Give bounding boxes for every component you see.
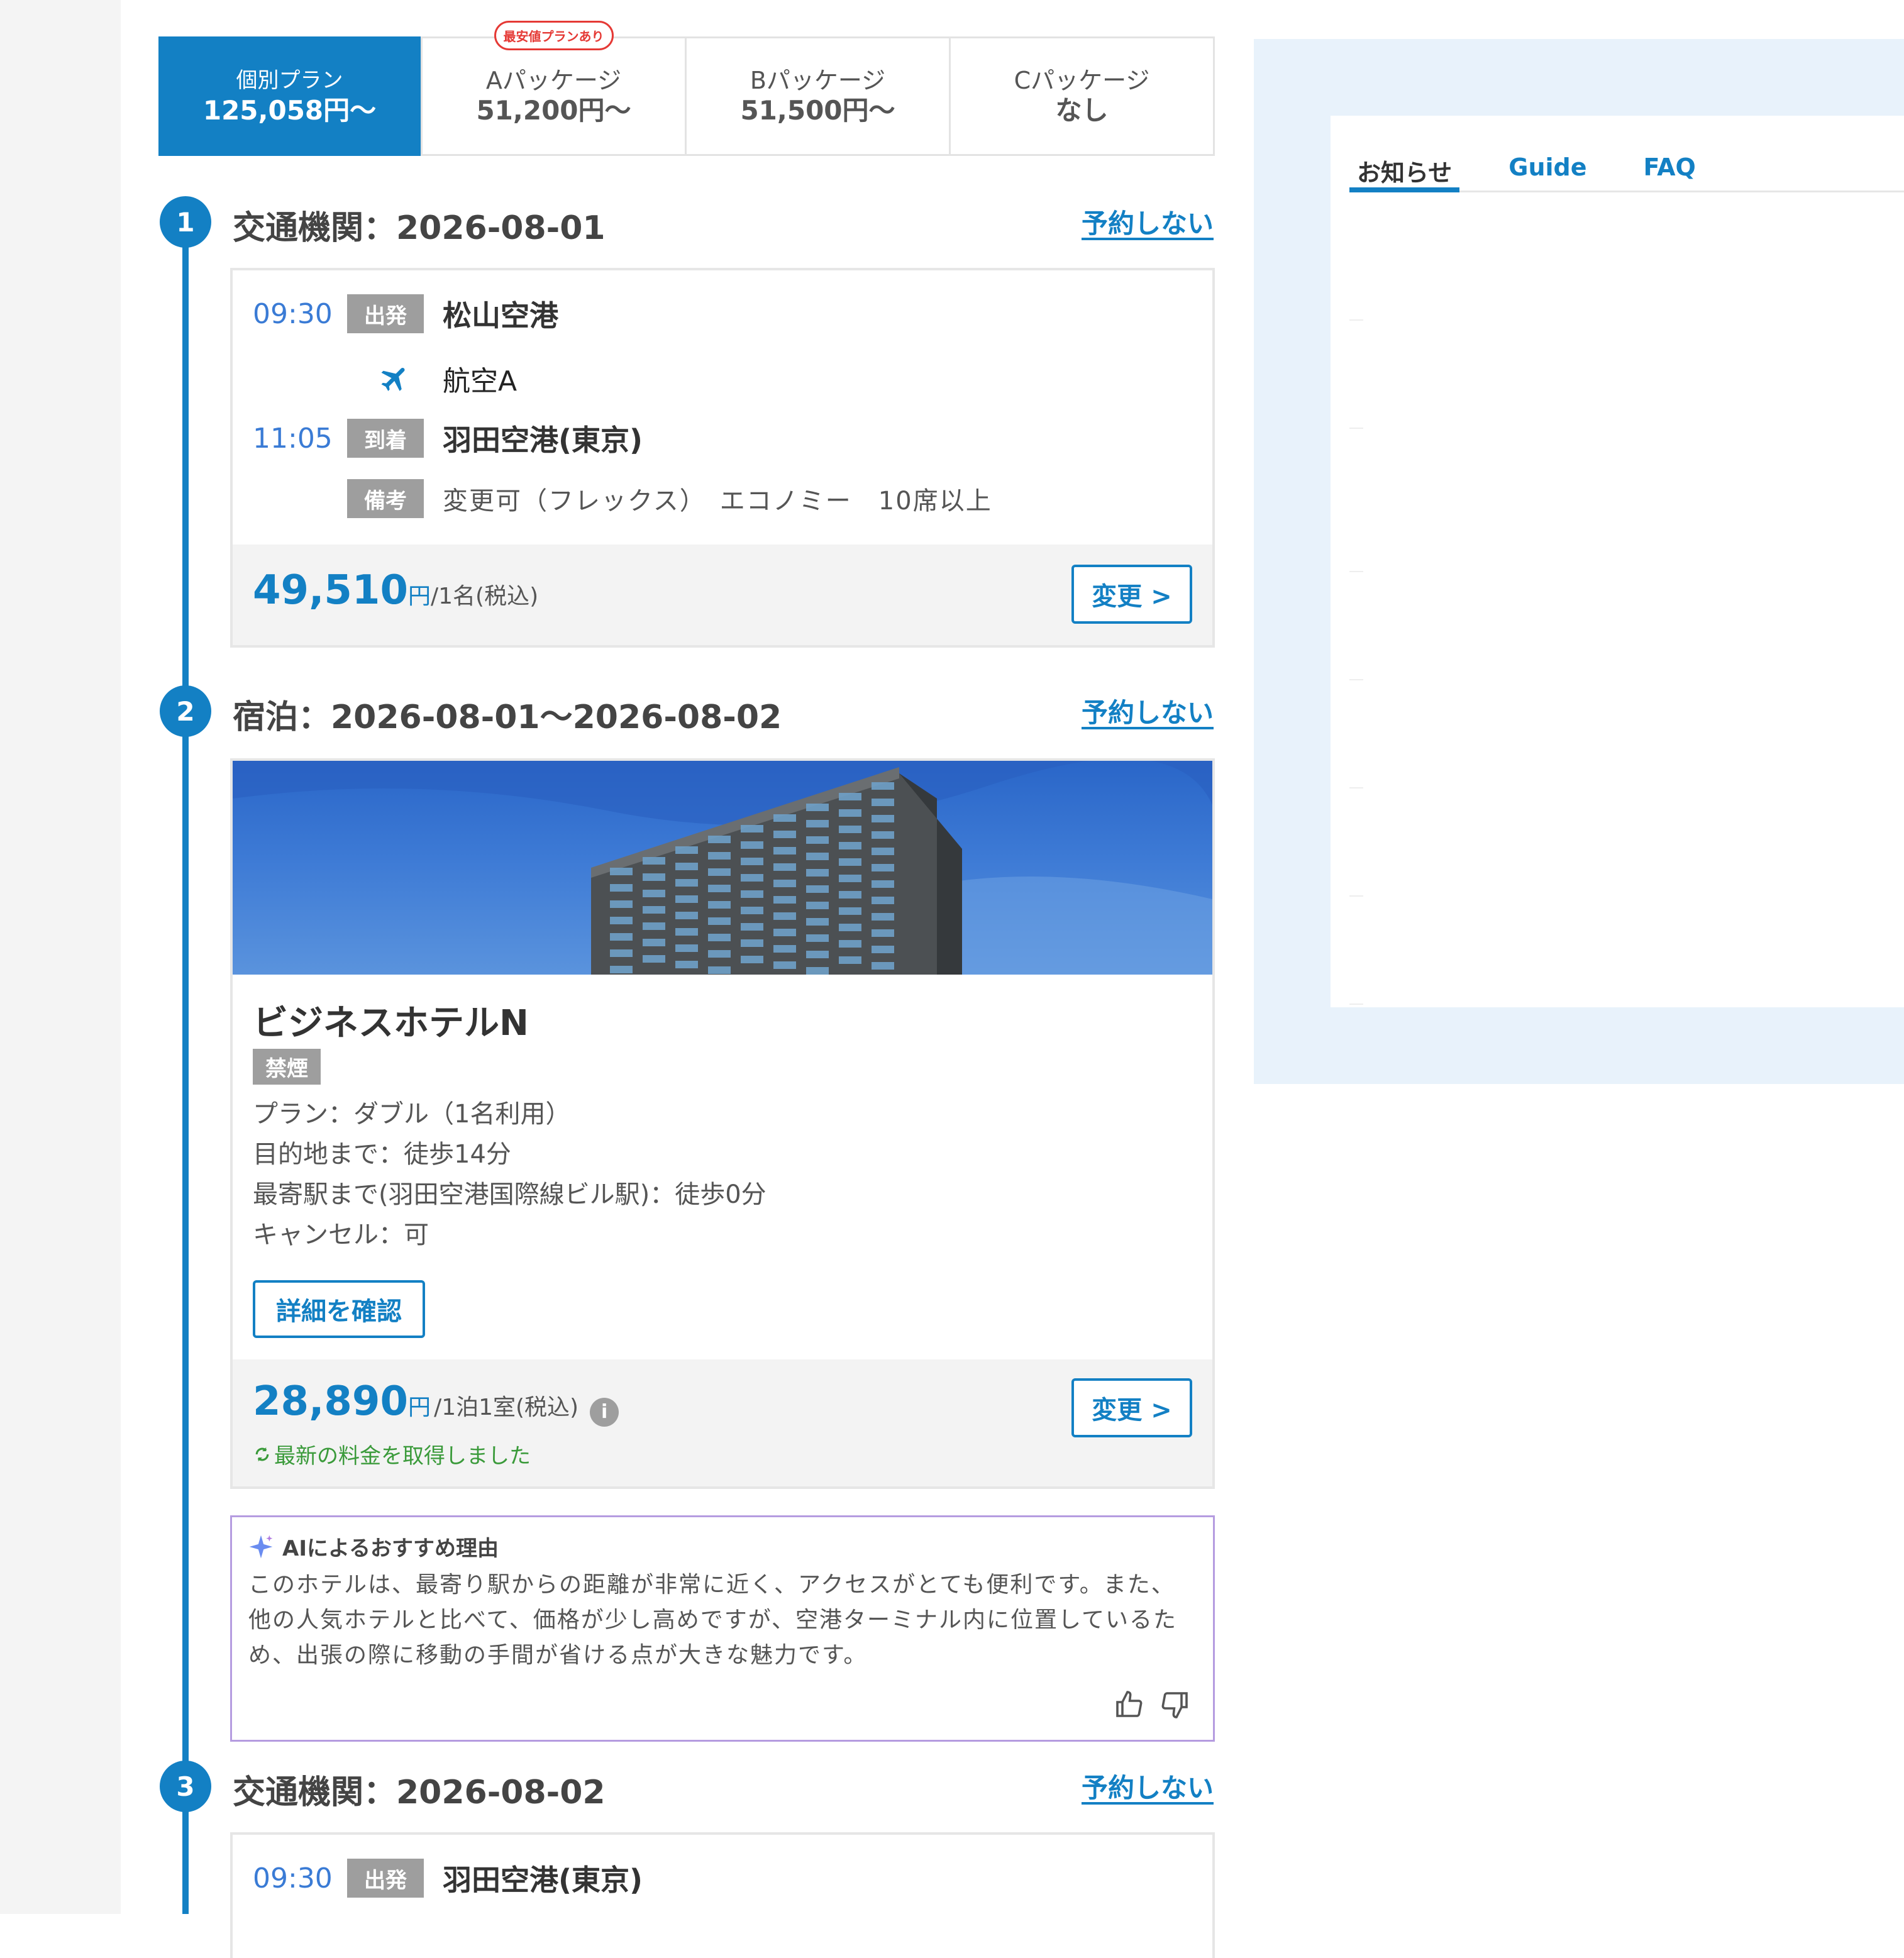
step-number-2: 2 — [160, 685, 211, 737]
left-gutter — [0, 0, 121, 1914]
plan-tab-price: 125,058円〜 — [202, 95, 377, 126]
news-panel: お知らせ Guide FAQ — [1331, 116, 1904, 1007]
step-title-transport-return: 交通機関：2026-08-02 — [233, 1774, 606, 1811]
skip-reservation-link[interactable]: 予約しない — [1082, 202, 1214, 241]
remark-row: 備考 変更可（フレックス） エコノミー 10席以上 — [253, 479, 992, 518]
hotel-change-button[interactable]: 変更 > — [1071, 1378, 1192, 1437]
arrival-row: 11:05 到着 羽田空港(東京) — [253, 418, 643, 459]
plan-tab-package-a[interactable]: 最安値プランあり Aパッケージ 51,200円〜 — [423, 21, 687, 154]
hotel-cancellation: キャンセル：可 — [253, 1220, 429, 1249]
divider — [1349, 319, 1363, 321]
flight-card-return: 09:30 出発 羽田空港(東京) — [230, 1832, 1215, 1958]
hotel-price-footer: 28,890円 /1泊1室(税込) i 最新の料金を取得しました 変更 > — [233, 1359, 1212, 1486]
tab-guide[interactable]: Guide — [1501, 153, 1594, 192]
plan-tab-package-c[interactable]: Cパッケージ なし — [951, 38, 1213, 154]
hotel-plan: プラン：ダブル（1名利用） — [253, 1100, 571, 1129]
plan-tab-name: Cパッケージ — [1014, 67, 1150, 94]
flight-price-suffix: /1名(税込) — [430, 584, 539, 609]
skip-reservation-link[interactable]: 予約しない — [1082, 1767, 1214, 1805]
flight-price-value: 49,510 — [253, 567, 408, 614]
remark-tag: 備考 — [347, 479, 424, 518]
feedback-buttons — [1114, 1690, 1190, 1722]
step-title-hotel: 宿泊：2026-08-01〜2026-08-02 — [233, 699, 782, 736]
departure-row: 09:30 出発 松山空港 — [253, 293, 558, 335]
price-updated-row: 最新の料金を取得しました — [253, 1439, 531, 1469]
flight-price-unit: 円 — [407, 584, 431, 609]
ai-recommendation-text: このホテルは、最寄り駅からの距離が非常に近く、アクセスがとても便利です。また、他… — [248, 1572, 1177, 1668]
price-updated-text: 最新の料金を取得しました — [274, 1444, 531, 1469]
departure-time: 09:30 — [253, 1862, 333, 1894]
departure-tag: 出発 — [347, 294, 424, 333]
hotel-price-value: 28,890 — [253, 1378, 408, 1425]
flight-price-footer: 49,510円/1名(税込) 変更 > — [233, 545, 1212, 645]
departure-tag: 出発 — [347, 1859, 424, 1898]
departure-place: 羽田空港(東京) — [443, 1863, 643, 1897]
departure-place: 松山空港 — [443, 299, 558, 333]
flight-change-button[interactable]: 変更 > — [1071, 565, 1192, 624]
flight-price: 49,510円/1名(税込) — [253, 567, 538, 614]
plan-tab-price: なし — [1055, 95, 1109, 126]
ai-recommendation-box: AIによるおすすめ理由 このホテルは、最寄り駅からの距離が非常に近く、アクセスが… — [230, 1515, 1215, 1742]
hotel-price-suffix: /1泊1室(税込) — [434, 1395, 579, 1420]
ai-recommendation-title: AIによるおすすめ理由 — [282, 1536, 499, 1561]
tab-faq[interactable]: FAQ — [1636, 153, 1703, 192]
plan-tab-name: Aパッケージ — [485, 67, 622, 94]
refresh-icon — [253, 1445, 272, 1464]
hotel-distance-station: 最寄駅まで(羽田空港国際線ビル駅)：徒歩0分 — [253, 1180, 767, 1209]
divider — [1349, 787, 1363, 788]
plan-tab-name: 個別プラン — [236, 68, 343, 93]
ai-recommendation-title-row: AIによるおすすめ理由 — [248, 1531, 499, 1562]
no-smoking-badge: 禁煙 — [253, 1049, 321, 1085]
info-side-panel: お知らせ Guide FAQ — [1254, 39, 1904, 1084]
plan-tab-price: 51,500円〜 — [740, 95, 895, 126]
skip-reservation-link[interactable]: 予約しない — [1082, 692, 1214, 730]
cheapest-plan-badge: 最安値プランあり — [494, 21, 614, 50]
carrier-row: 航空A — [253, 358, 517, 399]
plan-tab-individual[interactable]: 個別プラン 125,058円〜 — [158, 36, 423, 156]
divider — [1349, 428, 1363, 429]
airplane-icon — [347, 362, 443, 395]
plan-tab-package-b[interactable]: Bパッケージ 51,500円〜 — [687, 38, 951, 154]
flight-card: 09:30 出発 松山空港 航空A 11:05 到着 羽田空港(東京) 備考 変… — [230, 268, 1215, 648]
plan-tabs: 個別プラン 125,058円〜 最安値プランあり Aパッケージ 51,200円〜… — [158, 21, 1215, 156]
plan-tab-price: 51,200円〜 — [476, 95, 631, 126]
divider — [1349, 895, 1363, 897]
hotel-price: 28,890円 /1泊1室(税込) i — [253, 1378, 619, 1427]
arrival-place: 羽田空港(東京) — [443, 423, 643, 457]
divider — [1349, 1004, 1363, 1005]
hotel-price-unit: 円 — [407, 1395, 431, 1420]
news-tabs: お知らせ Guide FAQ — [1349, 153, 1904, 192]
arrival-time: 11:05 — [253, 422, 333, 455]
thumbs-up-icon[interactable] — [1114, 1690, 1144, 1722]
hotel-card: ビジネスホテルN 禁煙 プラン：ダブル（1名利用） 目的地まで：徒歩14分 最寄… — [230, 758, 1215, 1489]
departure-row: 09:30 出発 羽田空港(東京) — [253, 1857, 643, 1899]
thumbs-down-icon[interactable] — [1160, 1690, 1190, 1722]
carrier-name: 航空A — [443, 365, 518, 397]
hotel-detail-button[interactable]: 詳細を確認 — [253, 1280, 425, 1338]
tab-news[interactable]: お知らせ — [1349, 153, 1460, 192]
hotel-name: ビジネスホテルN — [253, 1003, 529, 1044]
divider — [1349, 679, 1363, 680]
step-number-3: 3 — [160, 1761, 211, 1812]
departure-time: 09:30 — [253, 297, 333, 330]
step-title-transport: 交通機関：2026-08-01 — [233, 209, 606, 247]
divider — [1349, 571, 1363, 572]
step-number-1: 1 — [160, 196, 211, 248]
arrival-tag: 到着 — [347, 419, 424, 458]
sparkle-icon — [248, 1534, 274, 1559]
timeline-line — [182, 221, 189, 1914]
remark-text: 変更可（フレックス） エコノミー 10席以上 — [443, 487, 992, 516]
hotel-info-list: プラン：ダブル（1名利用） 目的地まで：徒歩14分 最寄駅まで(羽田空港国際線ビ… — [253, 1094, 767, 1255]
hotel-photo[interactable] — [233, 761, 1212, 975]
info-icon[interactable]: i — [590, 1397, 619, 1427]
hotel-distance-destination: 目的地まで：徒歩14分 — [253, 1140, 511, 1169]
plan-tab-name: Bパッケージ — [750, 67, 886, 94]
